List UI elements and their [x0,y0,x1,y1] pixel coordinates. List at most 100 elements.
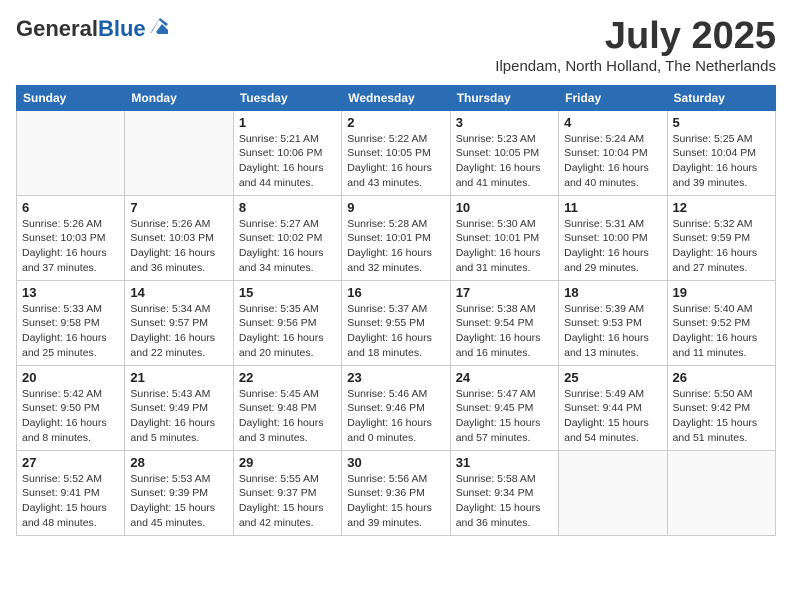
day-info: Sunrise: 5:56 AMSunset: 9:36 PMDaylight:… [347,472,444,531]
day-info: Sunrise: 5:40 AMSunset: 9:52 PMDaylight:… [673,302,770,361]
calendar-cell: 24 Sunrise: 5:47 AMSunset: 9:45 PMDayligh… [450,365,558,450]
calendar-col-header: Sunday [17,85,125,110]
calendar-cell: 2 Sunrise: 5:22 AMSunset: 10:05 PMDayligh… [342,110,450,195]
calendar-col-header: Friday [559,85,667,110]
day-number: 3 [456,115,553,130]
day-number: 15 [239,285,336,300]
day-number: 7 [130,200,227,215]
calendar-cell: 25 Sunrise: 5:49 AMSunset: 9:44 PMDayligh… [559,365,667,450]
calendar-cell: 17Sunrise: 5:38 AMSunset: 9:54 PMDayligh… [450,280,558,365]
calendar-cell: 23 Sunrise: 5:46 AMSunset: 9:46 PMDayligh… [342,365,450,450]
calendar-cell [125,110,233,195]
day-info: Sunrise: 5:42 AMSunset: 9:50 PMDaylight:… [22,387,119,446]
calendar-cell [667,450,775,535]
day-info: Sunrise: 5:52 AMSunset: 9:41 PMDaylight:… [22,472,119,531]
day-number: 23 [347,370,444,385]
day-info: Sunrise: 5:22 AMSunset: 10:05 PMDaylight… [347,132,444,191]
day-number: 1 [239,115,336,130]
day-number: 6 [22,200,119,215]
day-info: Sunrise: 5:33 AMSunset: 9:58 PMDaylight:… [22,302,119,361]
calendar-week-row: 27Sunrise: 5:52 AMSunset: 9:41 PMDayligh… [17,450,776,535]
calendar-cell: 26Sunrise: 5:50 AMSunset: 9:42 PMDayligh… [667,365,775,450]
location-title: Ilpendam, North Holland, The Netherlands [495,58,776,75]
day-number: 16 [347,285,444,300]
day-number: 31 [456,455,553,470]
day-number: 11 [564,200,661,215]
day-number: 14 [130,285,227,300]
logo: GeneralBlue [16,16,146,42]
day-info: Sunrise: 5:39 AMSunset: 9:53 PMDaylight:… [564,302,661,361]
day-info: Sunrise: 5:21 AMSunset: 10:06 PMDaylight… [239,132,336,191]
calendar-cell: 20 Sunrise: 5:42 AMSunset: 9:50 PMDayligh… [17,365,125,450]
day-number: 2 [347,115,444,130]
day-info: Sunrise: 5:58 AMSunset: 9:34 PMDaylight:… [456,472,553,531]
calendar-cell: 31 Sunrise: 5:58 AMSunset: 9:34 PMDayligh… [450,450,558,535]
day-number: 12 [673,200,770,215]
day-number: 10 [456,200,553,215]
day-info: Sunrise: 5:26 AMSunset: 10:03 PMDaylight… [130,217,227,276]
day-number: 4 [564,115,661,130]
day-info: Sunrise: 5:37 AMSunset: 9:55 PMDaylight:… [347,302,444,361]
calendar-week-row: 13Sunrise: 5:33 AMSunset: 9:58 PMDayligh… [17,280,776,365]
calendar-cell: 6 Sunrise: 5:26 AMSunset: 10:03 PMDayligh… [17,195,125,280]
calendar-cell: 13Sunrise: 5:33 AMSunset: 9:58 PMDayligh… [17,280,125,365]
day-number: 20 [22,370,119,385]
calendar-cell: 18Sunrise: 5:39 AMSunset: 9:53 PMDayligh… [559,280,667,365]
calendar-cell: 1 Sunrise: 5:21 AMSunset: 10:06 PMDayligh… [233,110,341,195]
calendar-week-row: 1 Sunrise: 5:21 AMSunset: 10:06 PMDayligh… [17,110,776,195]
day-info: Sunrise: 5:32 AMSunset: 9:59 PMDaylight:… [673,217,770,276]
day-info: Sunrise: 5:23 AMSunset: 10:05 PMDaylight… [456,132,553,191]
calendar-table: SundayMondayTuesdayWednesdayThursdayFrid… [16,85,776,536]
logo-blue: Blue [98,16,146,41]
day-number: 28 [130,455,227,470]
day-info: Sunrise: 5:43 AMSunset: 9:49 PMDaylight:… [130,387,227,446]
title-block: July 2025 Ilpendam, North Holland, The N… [495,16,776,75]
calendar-cell: 10 Sunrise: 5:30 AMSunset: 10:01 PMDaylig… [450,195,558,280]
month-title: July 2025 [495,16,776,58]
day-info: Sunrise: 5:34 AMSunset: 9:57 PMDaylight:… [130,302,227,361]
calendar-col-header: Saturday [667,85,775,110]
calendar-cell: 12 Sunrise: 5:32 AMSunset: 9:59 PMDayligh… [667,195,775,280]
day-number: 21 [130,370,227,385]
calendar-cell: 7 Sunrise: 5:26 AMSunset: 10:03 PMDayligh… [125,195,233,280]
day-number: 8 [239,200,336,215]
day-info: Sunrise: 5:47 AMSunset: 9:45 PMDaylight:… [456,387,553,446]
calendar-cell [559,450,667,535]
day-number: 17 [456,285,553,300]
day-number: 30 [347,455,444,470]
page-header: GeneralBlue July 2025 Ilpendam, North Ho… [16,16,776,75]
day-info: Sunrise: 5:55 AMSunset: 9:37 PMDaylight:… [239,472,336,531]
day-info: Sunrise: 5:30 AMSunset: 10:01 PMDaylight… [456,217,553,276]
calendar-cell: 5Sunrise: 5:25 AMSunset: 10:04 PMDayligh… [667,110,775,195]
calendar-col-header: Monday [125,85,233,110]
logo-icon [150,18,168,34]
calendar-cell: 4Sunrise: 5:24 AMSunset: 10:04 PMDayligh… [559,110,667,195]
calendar-cell: 15 Sunrise: 5:35 AMSunset: 9:56 PMDayligh… [233,280,341,365]
calendar-col-header: Wednesday [342,85,450,110]
day-info: Sunrise: 5:28 AMSunset: 10:01 PMDaylight… [347,217,444,276]
day-info: Sunrise: 5:35 AMSunset: 9:56 PMDaylight:… [239,302,336,361]
calendar-cell: 27Sunrise: 5:52 AMSunset: 9:41 PMDayligh… [17,450,125,535]
day-info: Sunrise: 5:49 AMSunset: 9:44 PMDaylight:… [564,387,661,446]
day-number: 29 [239,455,336,470]
calendar-cell: 11Sunrise: 5:31 AMSunset: 10:00 PMDaylig… [559,195,667,280]
calendar-week-row: 6 Sunrise: 5:26 AMSunset: 10:03 PMDayligh… [17,195,776,280]
calendar-cell [17,110,125,195]
day-number: 22 [239,370,336,385]
calendar-col-header: Tuesday [233,85,341,110]
day-number: 5 [673,115,770,130]
calendar-cell: 16 Sunrise: 5:37 AMSunset: 9:55 PMDayligh… [342,280,450,365]
day-info: Sunrise: 5:27 AMSunset: 10:02 PMDaylight… [239,217,336,276]
day-info: Sunrise: 5:45 AMSunset: 9:48 PMDaylight:… [239,387,336,446]
day-number: 24 [456,370,553,385]
calendar-cell: 21 Sunrise: 5:43 AMSunset: 9:49 PMDayligh… [125,365,233,450]
calendar-cell: 3 Sunrise: 5:23 AMSunset: 10:05 PMDayligh… [450,110,558,195]
logo-general: General [16,16,98,41]
calendar-cell: 8 Sunrise: 5:27 AMSunset: 10:02 PMDayligh… [233,195,341,280]
calendar-col-header: Thursday [450,85,558,110]
day-number: 26 [673,370,770,385]
day-info: Sunrise: 5:46 AMSunset: 9:46 PMDaylight:… [347,387,444,446]
day-info: Sunrise: 5:26 AMSunset: 10:03 PMDaylight… [22,217,119,276]
day-number: 25 [564,370,661,385]
day-info: Sunrise: 5:53 AMSunset: 9:39 PMDaylight:… [130,472,227,531]
